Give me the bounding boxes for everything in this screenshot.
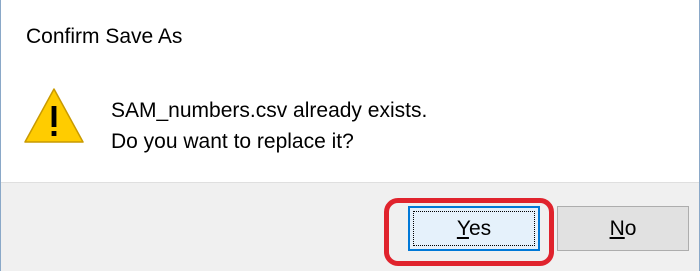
- no-accelerator: N: [609, 216, 625, 240]
- dialog-title-bar[interactable]: Confirm Save As: [1, 0, 699, 70]
- no-label-rest: o: [624, 216, 637, 240]
- no-button-label: No: [610, 217, 637, 241]
- focus-rectangle: [413, 211, 535, 246]
- warning-icon: [24, 88, 84, 143]
- message-line-2: Do you want to replace it?: [111, 130, 354, 153]
- message-line-1: SAM_numbers.csv already exists.: [111, 99, 428, 122]
- confirm-save-as-dialog: Confirm Save As SAM_numbers.csv already …: [0, 0, 700, 271]
- dialog-message: SAM_numbers.csv already exists. Do you w…: [111, 95, 427, 157]
- dialog-content: SAM_numbers.csv already exists. Do you w…: [1, 70, 699, 182]
- dialog-button-bar: Yes No: [1, 182, 699, 271]
- yes-button[interactable]: Yes: [408, 206, 540, 251]
- no-button[interactable]: No: [557, 206, 689, 251]
- dialog-title: Confirm Save As: [26, 25, 183, 48]
